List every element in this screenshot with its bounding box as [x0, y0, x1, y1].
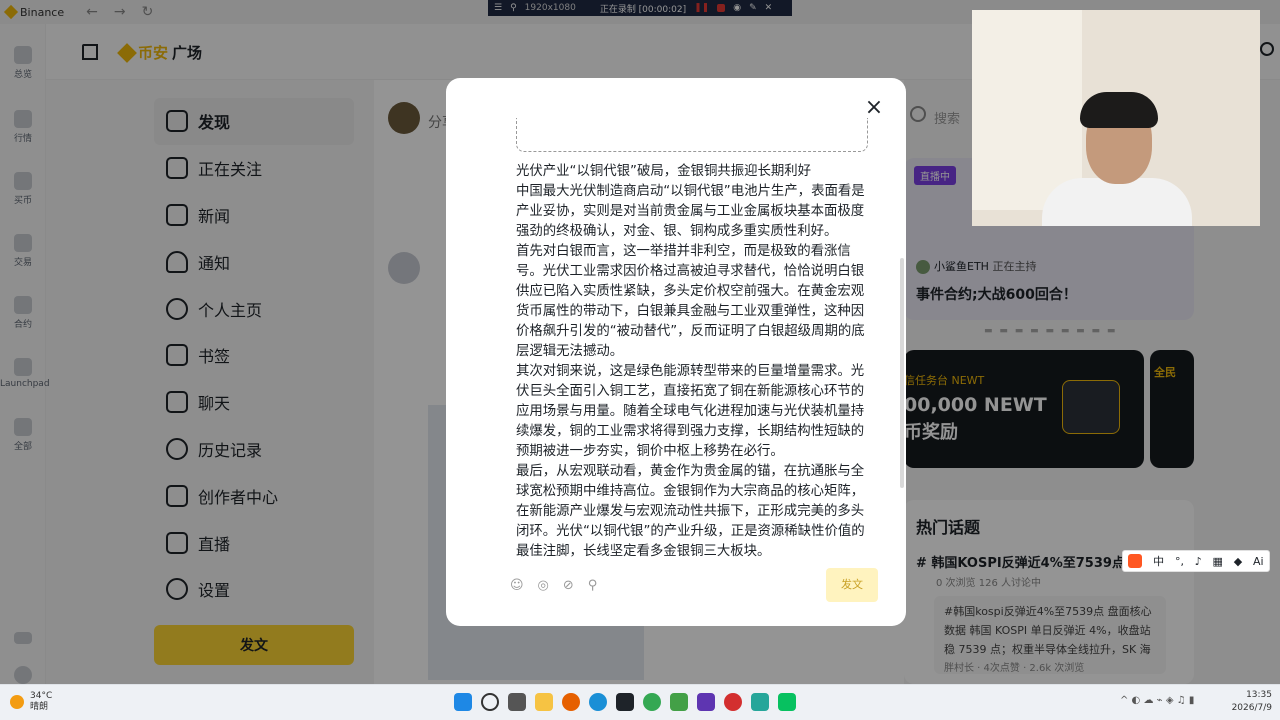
wechat-icon[interactable] [778, 693, 796, 711]
teal-app-icon[interactable] [751, 693, 769, 711]
post-text-area[interactable]: 光伏产业“以铜代银”破局，金银铜共振迎长期利好 中国最大光伏制造商启动“以铜代银… [516, 162, 868, 562]
keyboard-icon[interactable]: ▦ [1213, 555, 1223, 568]
post-paragraph: 中国最大光伏制造商启动“以铜代银”电池片生产，表面看是产业妥协，实则是对当前贵金… [516, 184, 865, 239]
chrome-icon[interactable] [643, 693, 661, 711]
ime-toolbar[interactable]: 中 °, ♪ ▦ ◆ Ai [1122, 550, 1270, 572]
task-view-icon[interactable] [508, 693, 526, 711]
post-paragraph: 最后，从宏观联动看，黄金作为贵金属的锚，在抗通胀与全球宽松预期中维持高位。金银铜… [516, 464, 865, 559]
sogou-icon [1128, 554, 1143, 568]
recorder-app-icon[interactable] [724, 693, 742, 711]
ime-language[interactable]: 中 [1153, 553, 1164, 569]
taskbar: 34°C 晴朗 ^ ◐ ☁ ⌁ ◈ ♫ ▮ 13:35 2026/7/9 [0, 684, 1280, 720]
clock[interactable]: 13:35 2026/7/9 [1230, 689, 1272, 715]
file-explorer-icon[interactable] [535, 693, 553, 711]
search-icon[interactable] [481, 693, 499, 711]
edge-icon[interactable] [589, 693, 607, 711]
punctuation-icon[interactable]: °, [1175, 555, 1184, 568]
skin-icon[interactable]: ◆ [1234, 555, 1242, 568]
ai-icon[interactable]: Ai [1253, 555, 1264, 568]
publish-button[interactable]: 发文 [826, 568, 878, 602]
modal-scrollbar[interactable] [900, 258, 904, 488]
mic-icon[interactable]: ♪ [1195, 555, 1202, 568]
system-tray[interactable]: ^ ◐ ☁ ⌁ ◈ ♫ ▮ [1120, 695, 1194, 706]
post-paragraph: 光伏产业“以铜代银”破局，金银铜共振迎长期利好 [516, 164, 812, 179]
post-paragraph: 其次对铜来说，这是绿色能源转型带来的巨量增量需求。光伏巨头全面引入铜工艺，直接拓… [516, 364, 865, 459]
webcam-overlay [972, 10, 1260, 226]
windows-start-icon[interactable] [454, 693, 472, 711]
binance-app-icon[interactable] [616, 693, 634, 711]
editor-toolbar[interactable]: ☺◎⊘⚲ [510, 578, 611, 593]
purple-app-icon[interactable] [697, 693, 715, 711]
post-editor-modal: × 光伏产业“以铜代银”破局，金银铜共振迎长期利好 中国最大光伏制造商启动“以铜… [446, 78, 906, 626]
taskbar-apps [454, 693, 796, 711]
weather-widget[interactable]: 34°C 晴朗 [10, 691, 52, 713]
image-upload-area[interactable] [516, 118, 868, 152]
close-icon[interactable]: × [864, 97, 884, 119]
firefox-icon[interactable] [562, 693, 580, 711]
sun-icon [10, 695, 24, 709]
post-paragraph: 首先对白银而言，这一举措并非利空，而是极致的看涨信号。光伏工业需求因价格过高被迫… [516, 244, 865, 359]
green-app-icon[interactable] [670, 693, 688, 711]
